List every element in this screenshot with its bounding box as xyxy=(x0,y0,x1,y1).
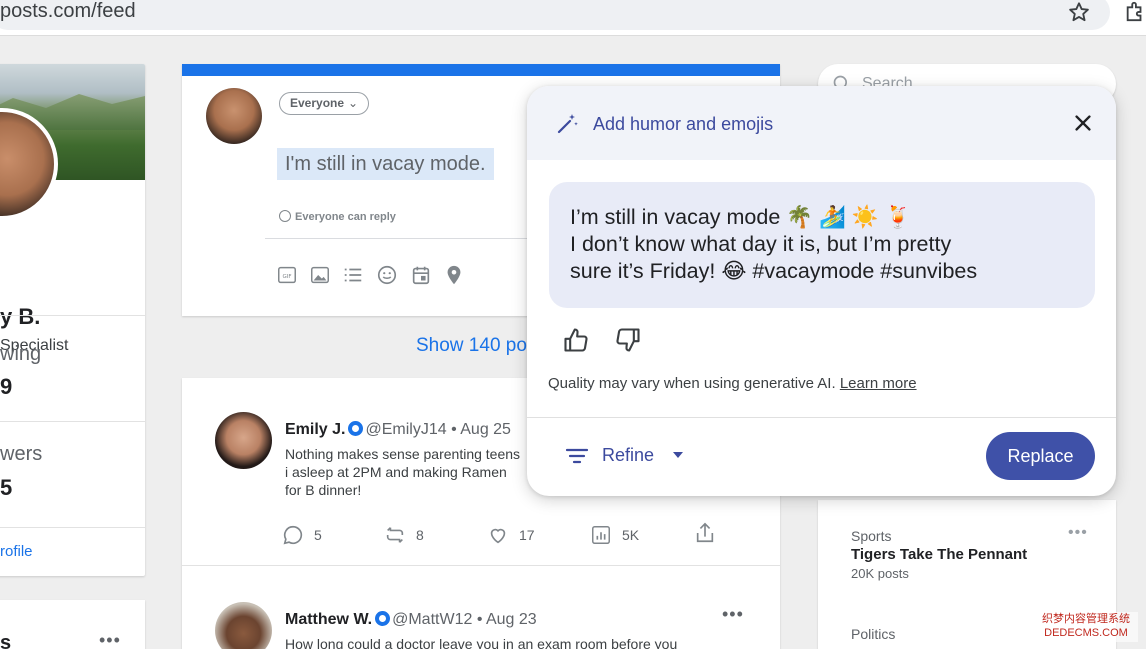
view-profile-link[interactable]: rofile xyxy=(0,543,33,560)
repost-icon xyxy=(386,527,404,543)
extensions-icon[interactable] xyxy=(1124,0,1146,22)
post-author-name[interactable]: Matthew W. xyxy=(285,611,372,628)
divider xyxy=(527,417,1116,418)
post-author-line: Emily J. @EmilyJ14 • Aug 25 xyxy=(285,421,511,439)
post-author-avatar[interactable] xyxy=(215,412,272,469)
magic-wand-icon xyxy=(557,114,578,134)
watermark-line: DEDECMS.COM xyxy=(1044,627,1128,639)
trend-post-count: 20K posts xyxy=(851,566,909,581)
view-count: 5K xyxy=(622,527,640,543)
gif-icon[interactable]: GIF xyxy=(276,264,298,286)
secondary-card-title: s xyxy=(0,632,12,649)
following-label: wing xyxy=(0,343,42,365)
post-text: How long could a doctor leave you in an … xyxy=(285,636,678,649)
post-author-avatar[interactable] xyxy=(215,602,272,649)
divider xyxy=(0,421,145,422)
browser-toolbar: posts.com/feed xyxy=(0,0,1146,36)
repost-button[interactable]: 8 xyxy=(384,524,424,546)
url-text: posts.com/feed xyxy=(0,0,136,22)
svg-text:GIF: GIF xyxy=(282,274,291,280)
popup-header: Add humor and emojis xyxy=(527,86,1116,160)
post-handle-date: @MattW12 • Aug 23 xyxy=(392,611,537,628)
post-author-line: Matthew W. @MattW12 • Aug 23 xyxy=(285,611,537,629)
trend-category: Politics xyxy=(851,626,896,642)
secondary-card: s ••• xyxy=(0,600,145,649)
ai-disclaimer: Quality may vary when using generative A… xyxy=(548,375,917,392)
globe-icon xyxy=(279,210,291,222)
post-text: Nothing makes sense parenting teens i as… xyxy=(285,446,521,498)
post-author-name[interactable]: Emily J. xyxy=(285,421,345,438)
divider xyxy=(0,315,145,316)
bookmark-star-icon[interactable] xyxy=(1068,1,1090,23)
location-pin-icon[interactable] xyxy=(443,264,465,286)
verified-badge-icon xyxy=(375,611,391,626)
followers-count: 5 xyxy=(0,475,13,500)
watermark-line: 织梦内容管理系统 xyxy=(1042,613,1130,625)
reply-count: 5 xyxy=(314,527,322,543)
ai-suggestion-popup: Add humor and emojis I’m still in vacay … xyxy=(527,86,1116,496)
trend-title[interactable]: Tigers Take The Pennant xyxy=(851,546,1027,563)
image-icon[interactable] xyxy=(309,264,331,286)
post-handle-date: @EmilyJ14 • Aug 25 xyxy=(365,421,511,438)
user-avatar xyxy=(206,88,262,144)
suggestion-line: I’m still in vacay mode 🌴 🏄 ☀️ 🍹 xyxy=(570,205,912,229)
close-icon[interactable] xyxy=(1072,112,1094,134)
share-icon[interactable] xyxy=(694,520,716,546)
chevron-down-icon: ⌄ xyxy=(348,96,359,110)
more-options-button[interactable]: ••• xyxy=(99,630,121,649)
verified-badge-icon xyxy=(348,421,364,436)
popup-title: Add humor and emojis xyxy=(593,114,774,134)
more-options-button[interactable]: ••• xyxy=(722,604,744,625)
suggestion-line: I don’t know what day it is, but I’m pre… xyxy=(570,232,952,256)
following-count: 9 xyxy=(0,374,13,399)
more-options-button[interactable]: ••• xyxy=(1068,524,1088,542)
heart-icon xyxy=(490,528,506,544)
like-count: 17 xyxy=(519,527,535,543)
address-bar[interactable]: posts.com/feed xyxy=(0,0,1110,30)
views-button[interactable]: 5K xyxy=(590,524,639,546)
refine-label: Refine xyxy=(602,445,655,465)
disclaimer-text: Quality may vary when using generative A… xyxy=(548,375,836,392)
repost-count: 8 xyxy=(416,527,424,543)
divider xyxy=(182,565,780,566)
divider xyxy=(0,527,145,528)
followers-label: wers xyxy=(0,443,43,465)
reply-setting[interactable]: Everyone can reply xyxy=(279,210,396,223)
audience-dropdown[interactable]: Everyone ⌄ xyxy=(279,92,370,115)
compose-text-selection[interactable]: I'm still in vacay mode. xyxy=(277,148,494,180)
learn-more-link[interactable]: Learn more xyxy=(840,375,917,392)
thumbs-up-icon[interactable] xyxy=(562,326,590,354)
reply-button[interactable]: 5 xyxy=(282,524,322,546)
suggestion-line: sure it’s Friday! 😂 #vacaymode #sunvibes xyxy=(570,259,978,283)
calendar-icon[interactable] xyxy=(410,264,432,286)
profile-name: y B. xyxy=(0,304,41,329)
trend-category: Sports xyxy=(851,528,892,544)
suggestion-bubble: I’m still in vacay mode 🌴 🏄 ☀️ 🍹 I don’t… xyxy=(549,182,1095,308)
thumbs-down-icon[interactable] xyxy=(614,326,642,354)
emoji-icon[interactable] xyxy=(376,264,398,286)
profile-card: y B. Specialist wing 9 wers 5 rofile xyxy=(0,64,145,576)
show-new-posts-link[interactable]: Show 140 pos xyxy=(416,335,536,357)
views-chart-icon xyxy=(592,526,610,544)
like-button[interactable]: 17 xyxy=(487,524,535,546)
watermark-logo: 织梦内容管理系统 DEDECMS.COM xyxy=(1034,612,1138,642)
list-icon[interactable] xyxy=(342,264,364,286)
reply-setting-label: Everyone can reply xyxy=(295,211,396,223)
comment-icon xyxy=(283,525,303,545)
replace-button[interactable]: Replace xyxy=(986,432,1095,480)
caret-down-icon xyxy=(673,452,683,458)
filter-lines-icon xyxy=(565,448,589,464)
audience-label: Everyone xyxy=(290,96,345,110)
